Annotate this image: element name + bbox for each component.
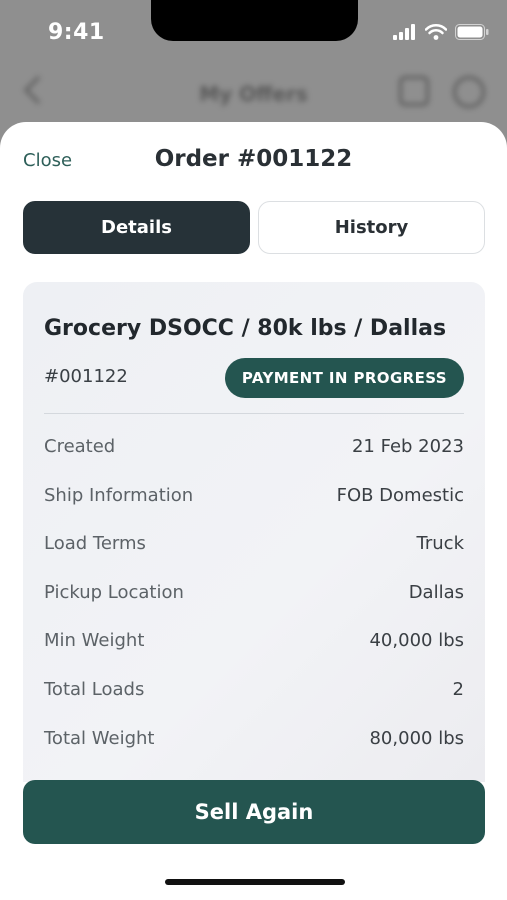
wifi-icon [425,24,447,40]
tab-history[interactable]: History [258,201,485,254]
status-time: 9:41 [48,20,105,45]
detail-label: Total Weight [44,727,155,749]
battery-icon [455,24,489,40]
background-title: My Offers [199,82,308,106]
sheet-header: Close Order #001122 [0,122,507,198]
sell-again-button[interactable]: Sell Again [23,780,485,844]
signal-icon [393,24,415,40]
home-indicator [165,879,345,885]
status-icons [393,24,489,40]
background-header: My Offers [0,72,507,116]
detail-label: Created [44,436,116,457]
detail-row-total-weight: Total Weight 80,000 lbs [44,728,464,777]
detail-row-load-terms: Load Terms Truck [44,533,464,582]
detail-list: Created 21 Feb 2023 Ship Information FOB… [44,436,464,776]
tab-details[interactable]: Details [23,201,250,254]
detail-value: 40,000 lbs [369,630,464,652]
detail-label: Load Terms [44,533,146,555]
divider [44,413,464,414]
notch [151,0,358,41]
order-sheet: Close Order #001122 Details History Groc… [0,122,507,900]
order-card: Grocery DSOCC / 80k lbs / Dallas #001122… [23,282,485,782]
detail-value: FOB Domestic [336,484,464,506]
filter-icon [399,76,429,106]
detail-label: Min Weight [44,630,145,652]
detail-value: Dallas [408,581,464,603]
detail-value: Truck [416,533,464,555]
order-id: #001122 [44,366,128,387]
detail-label: Ship Information [44,484,194,506]
profile-icon [453,76,485,108]
detail-label: Pickup Location [44,581,184,603]
detail-row-created: Created 21 Feb 2023 [44,436,464,485]
status-bar: 9:41 [0,0,507,64]
detail-value: 2 [452,678,464,700]
detail-row-min-weight: Min Weight 40,000 lbs [44,630,464,679]
sheet-title: Order #001122 [154,146,353,172]
detail-value: 80,000 lbs [369,727,464,749]
tab-bar: Details History [23,201,485,254]
detail-label: Total Loads [44,678,145,700]
order-title: Grocery DSOCC / 80k lbs / Dallas [44,316,447,341]
detail-row-total-loads: Total Loads 2 [44,679,464,728]
detail-value: 21 Feb 2023 [351,436,464,457]
detail-row-ship-information: Ship Information FOB Domestic [44,485,464,534]
detail-row-pickup-location: Pickup Location Dallas [44,582,464,631]
status-badge: PAYMENT IN PROGRESS [224,358,464,398]
